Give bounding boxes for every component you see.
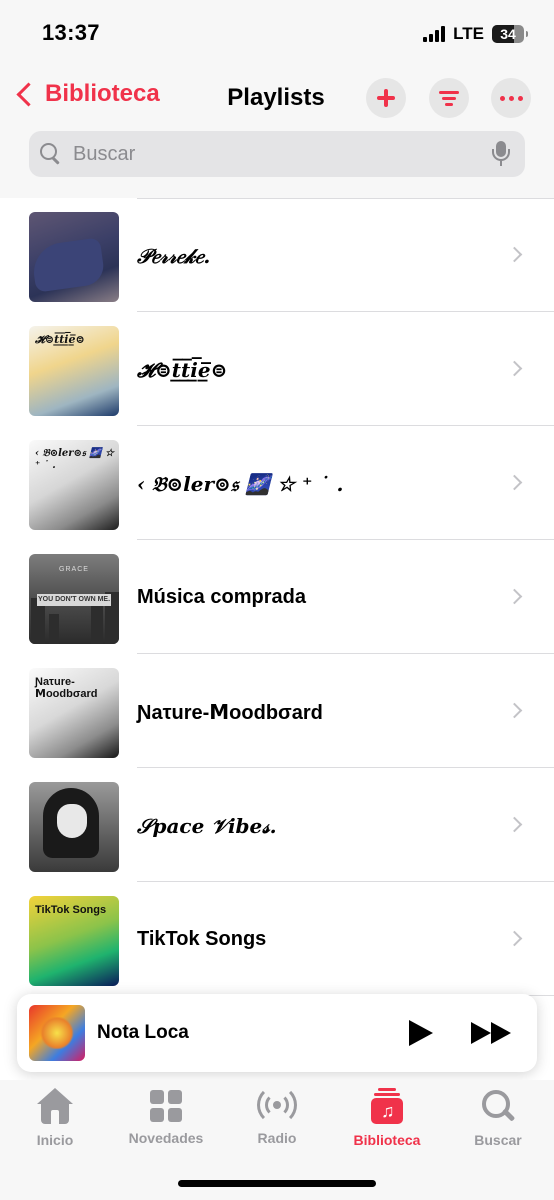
chevron-right-icon: [506, 588, 523, 605]
playlist-row[interactable]: 𝒫𝑒𝓇𝓇𝑒𝓀𝑒.: [0, 198, 554, 312]
sort-button[interactable]: [429, 78, 469, 118]
back-button[interactable]: Biblioteca: [12, 80, 160, 108]
home-indicator: [178, 1180, 376, 1187]
tab-label: Buscar: [474, 1132, 522, 1148]
search-icon: [480, 1088, 516, 1124]
search-input[interactable]: [71, 141, 475, 167]
playlist-row[interactable]: GRACE YOU DON'T OWN ME. Música comprada: [0, 540, 554, 654]
playlist-artwork: TikTok Songs: [29, 896, 119, 986]
playlist-artwork: Ɲaτurе-Ⅿoodbσard: [29, 668, 119, 758]
signal-icon: [423, 26, 446, 42]
artwork-text: TikTok Songs: [35, 904, 107, 916]
battery-level: 34: [500, 26, 516, 42]
tab-label: Biblioteca: [353, 1132, 421, 1148]
playlist-artwork: GRACE YOU DON'T OWN ME.: [29, 554, 119, 644]
playlist-artwork: ‹ 𝔅⊚ler⊚𝔰 🌌 ☆ ⁺ ˙ .: [29, 440, 119, 530]
chevron-right-icon: [506, 816, 523, 833]
more-button[interactable]: [491, 78, 531, 118]
radio-icon: [257, 1085, 297, 1125]
tab-label: Inicio: [36, 1132, 74, 1148]
artwork-text: Ɲaτurе-Ⅿoodbσard: [35, 676, 98, 700]
playlist-row[interactable]: TikTok Songs TikTok Songs: [0, 882, 554, 996]
search-bar[interactable]: [29, 131, 525, 177]
tab-radio[interactable]: Radio: [222, 1085, 332, 1146]
artwork-text: ‹ 𝔅⊚ler⊚𝔰 🌌 ☆ ⁺ ˙ .: [35, 448, 115, 471]
artwork-text: YOU DON'T OWN ME.: [37, 594, 111, 606]
playlist-artwork: 𝓗⊜t̲̅t̲̅i̲̅e̲̅⊜: [29, 326, 119, 416]
tab-label: Novedades: [128, 1130, 204, 1146]
chevron-right-icon: [506, 360, 523, 377]
playlist-row[interactable]: 𝒮pace 𝒱ibe𝓈.: [0, 768, 554, 882]
status-bar: 13:37 LTE 34: [0, 0, 554, 70]
microphone-icon[interactable]: [491, 141, 511, 167]
status-icons: LTE 34: [423, 24, 528, 44]
nav-bar: Biblioteca Playlists: [0, 70, 554, 126]
tab-inicio[interactable]: Inicio: [0, 1088, 110, 1148]
grid-icon: [150, 1090, 182, 1122]
tab-novedades[interactable]: Novedades: [111, 1088, 221, 1146]
header-area: 13:37 LTE 34 Biblioteca Playlists: [0, 0, 554, 198]
playlist-name: TikTok Songs: [137, 928, 267, 950]
add-playlist-button[interactable]: [366, 78, 406, 118]
library-icon: ♫: [370, 1088, 404, 1124]
status-time: 13:37: [42, 20, 100, 45]
network-label: LTE: [453, 24, 484, 43]
playlist-name: 𝒫𝑒𝓇𝓇𝑒𝓀𝑒.: [137, 244, 211, 268]
playlist-name: Ɲaτurе-Ⅿoodbσard: [137, 702, 323, 724]
now-playing-title: Nota Loca: [97, 1022, 189, 1043]
filter-icon: [439, 90, 459, 106]
playlist-artwork: [29, 782, 119, 872]
playlist-name: Música comprada: [137, 586, 306, 608]
playlist-artwork: [29, 212, 119, 302]
chevron-right-icon: [506, 474, 523, 491]
artwork-subtext: GRACE: [59, 566, 89, 573]
chevron-right-icon: [506, 246, 523, 263]
mini-player[interactable]: Nota Loca: [17, 994, 537, 1072]
tab-buscar[interactable]: Buscar: [443, 1088, 553, 1148]
playlist-name: 𝒮pace 𝒱ibe𝓈.: [137, 814, 277, 838]
tab-label: Radio: [257, 1130, 297, 1146]
back-label: Biblioteca: [45, 80, 160, 107]
plus-icon: [377, 89, 395, 107]
playlist-row[interactable]: ‹ 𝔅⊚ler⊚𝔰 🌌 ☆ ⁺ ˙ . ‹ 𝔅⊚ler⊚𝔰 🌌 ☆ ⁺ ˙ .: [0, 426, 554, 540]
chevron-left-icon: [16, 81, 41, 107]
skip-forward-button[interactable]: [471, 1018, 517, 1048]
now-playing-artwork: [29, 1005, 85, 1061]
tab-biblioteca[interactable]: ♫ Biblioteca: [332, 1088, 442, 1148]
chevron-right-icon: [506, 702, 523, 719]
playlist-row[interactable]: 𝓗⊜t̲̅t̲̅i̲̅e̲̅⊜ 𝓗⊜t̲̅t̲̅i̲̅e̲̅⊜: [0, 312, 554, 426]
battery-icon: 34: [492, 25, 528, 43]
playlist-list: 𝒫𝑒𝓇𝓇𝑒𝓀𝑒. 𝓗⊜t̲̅t̲̅i̲̅e̲̅⊜ 𝓗⊜t̲̅t̲̅i̲̅e̲̅⊜…: [0, 198, 554, 998]
chevron-right-icon: [506, 930, 523, 947]
playlist-name: 𝓗⊜t̲̅t̲̅i̲̅e̲̅⊜: [137, 358, 228, 382]
ellipsis-icon: [499, 95, 523, 101]
search-icon: [39, 142, 63, 166]
play-button[interactable]: [407, 1018, 435, 1048]
artwork-text: 𝓗⊜t̲̅t̲̅i̲̅e̲̅⊜: [35, 333, 85, 346]
playlist-row[interactable]: Ɲaτurе-Ⅿoodbσard Ɲaτurе-Ⅿoodbσard: [0, 654, 554, 768]
playlist-name: ‹ 𝔅⊚ler⊚𝔰 🌌 ☆ ⁺ ˙ .: [137, 472, 344, 496]
home-icon: [36, 1088, 74, 1124]
